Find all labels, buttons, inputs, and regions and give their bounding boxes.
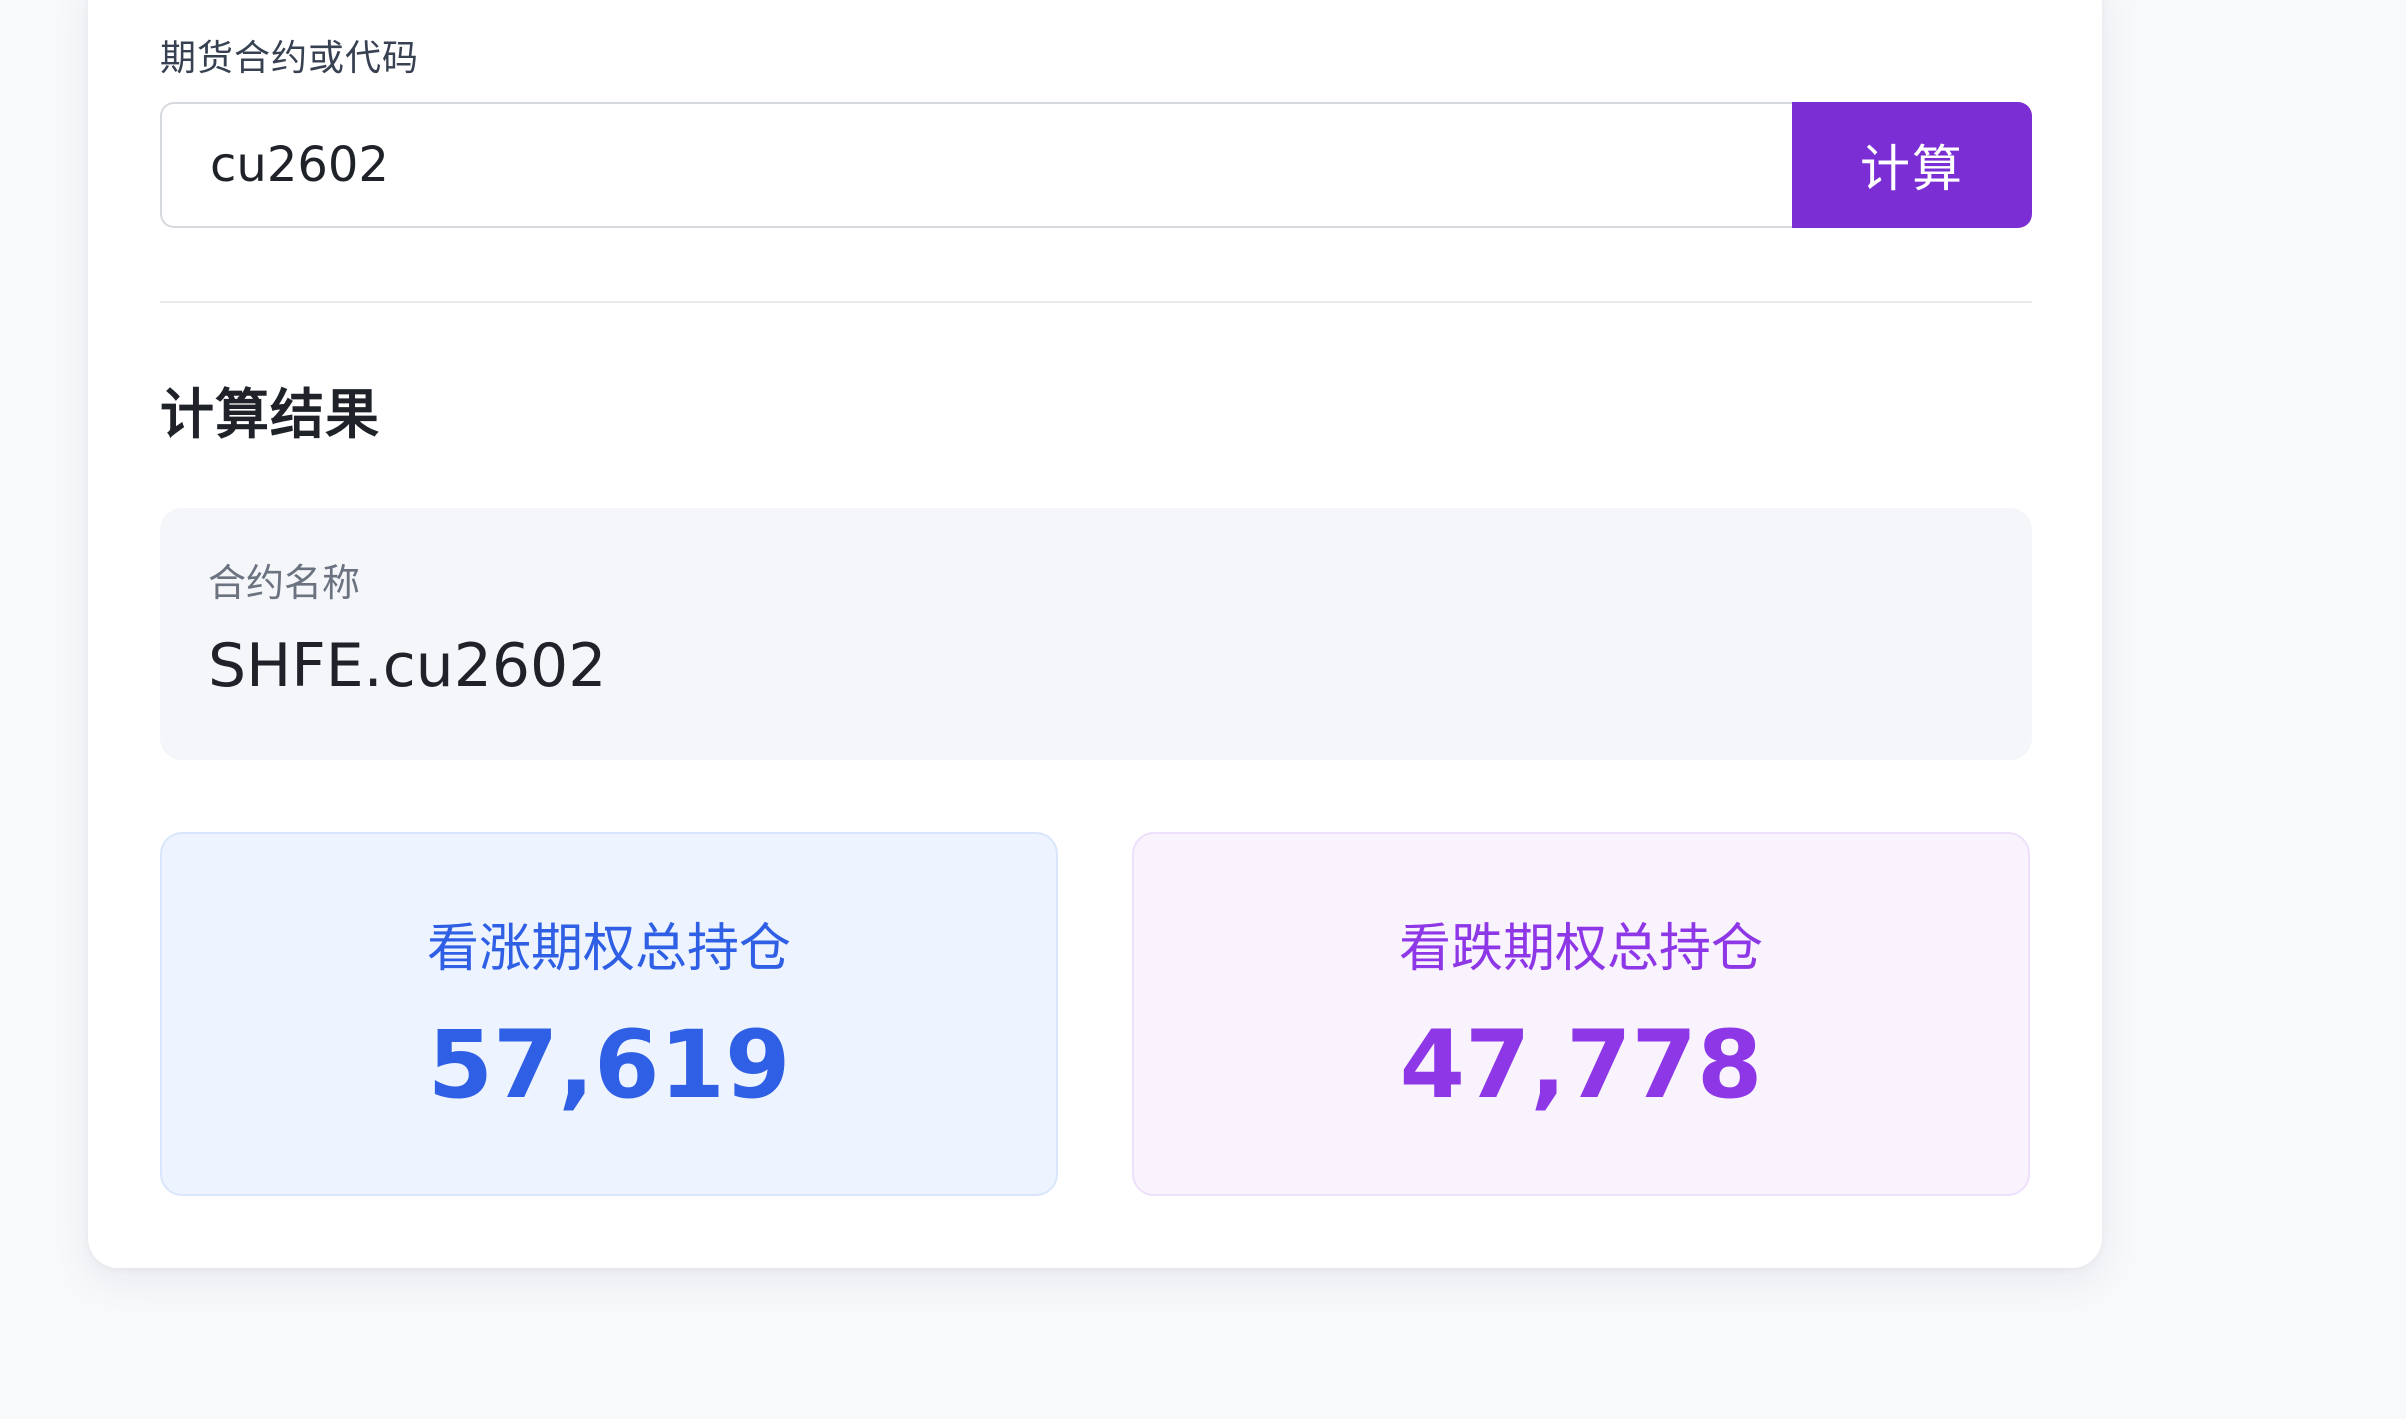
section-divider [160, 301, 2032, 303]
results-title: 计算结果 [160, 383, 380, 446]
contract-name-label: 合约名称 [208, 561, 361, 605]
call-open-interest-card: 看涨期权总持仓 57,619 [160, 832, 1058, 1196]
put-open-interest-card: 看跌期权总持仓 47,778 [1132, 832, 2030, 1196]
put-open-interest-value: 47,778 [1399, 1011, 1763, 1120]
call-open-interest-value: 57,619 [427, 1011, 791, 1120]
contract-name-value: SHFE.cu2602 [208, 631, 607, 701]
call-open-interest-label: 看涨期权总持仓 [426, 919, 791, 979]
contract-input[interactable] [160, 102, 1792, 228]
put-open-interest-label: 看跌期权总持仓 [1398, 919, 1763, 979]
calculate-button[interactable]: 计算 [1792, 102, 2032, 228]
contract-input-row: 计算 [160, 102, 2032, 228]
contract-field-label: 期货合约或代码 [160, 38, 420, 79]
contract-name-panel: 合约名称 SHFE.cu2602 [160, 508, 2032, 760]
